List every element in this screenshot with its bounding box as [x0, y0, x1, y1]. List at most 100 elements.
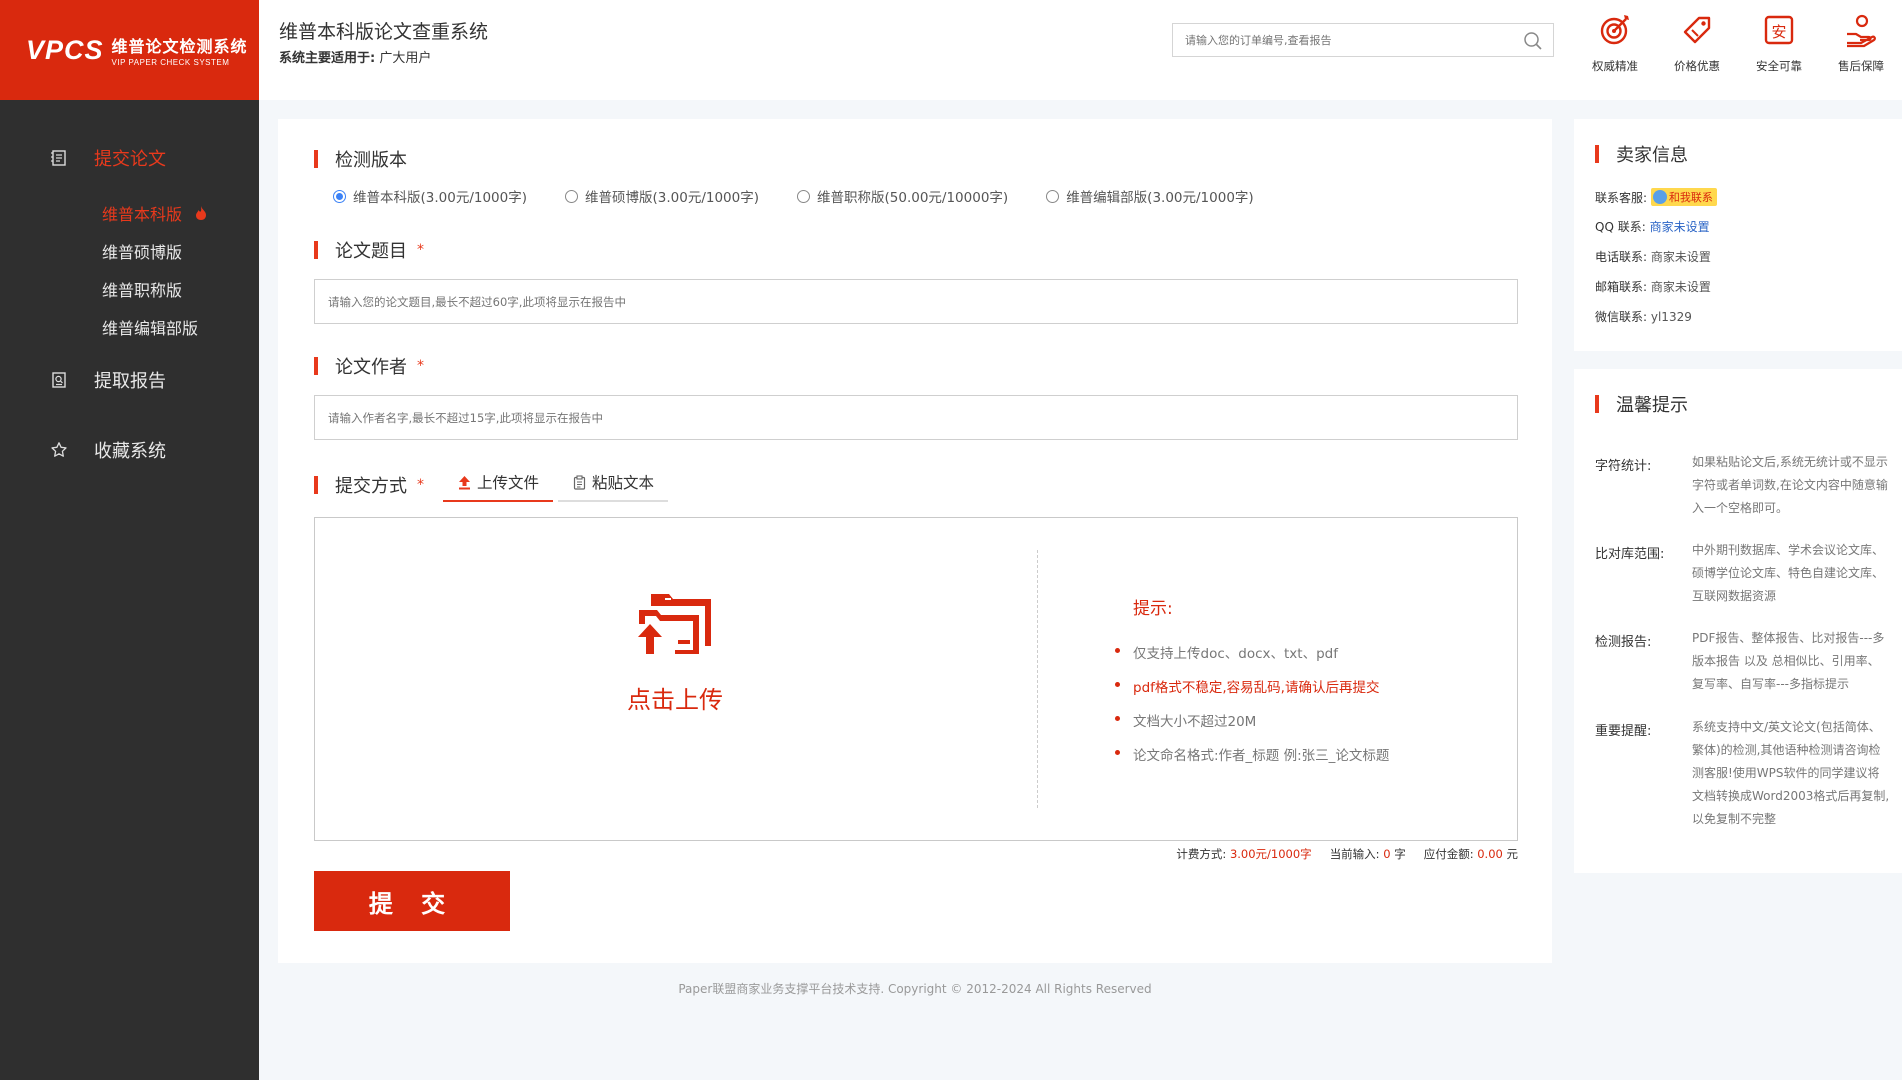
billing-amount-value: 0.00: [1477, 847, 1503, 861]
order-search-input[interactable]: [1173, 24, 1503, 56]
radio-dot[interactable]: [333, 189, 346, 203]
radio-dot[interactable]: [1046, 189, 1060, 203]
radio-undergrad[interactable]: 维普本科版(3.00元/1000字): [333, 186, 527, 206]
row-label: 电话联系:: [1595, 250, 1648, 264]
section-label: 论文题目: [335, 241, 407, 262]
nav-sub-title[interactable]: 维普职称版: [102, 277, 182, 301]
tab-paste-text[interactable]: 粘贴文本: [558, 464, 669, 502]
section-author: 论文作者 *: [314, 353, 424, 379]
report-icon: [52, 372, 66, 388]
section-paper-title: 论文题目 *: [314, 237, 424, 263]
qq-icon: [1652, 190, 1667, 204]
tip-item-warning: pdf格式不稳定,容易乱码,请确认后再提交: [1115, 676, 1389, 710]
tip-text: 如果粘贴论文后,系统无统计或不显示字符或者单词数,在论文内容中随意输入一个空格即…: [1692, 455, 1888, 515]
panel-title: 温馨提示: [1616, 395, 1688, 416]
seller-title: 卖家信息: [1595, 141, 1688, 167]
tips-panel-title: 温馨提示: [1595, 391, 1688, 417]
billing-input-value: 0: [1383, 847, 1391, 861]
section-label: 提交方式: [335, 476, 407, 497]
seller-service-row: 联系客服: 和我联系: [1595, 188, 1717, 206]
nav-label: 提取报告: [94, 371, 166, 392]
sidebar: 提交论文 维普本科版 维普硕博版 维普职称版 维普编辑部版 提取报告 收藏系统: [0, 100, 259, 1080]
nav-submit-paper[interactable]: 提交论文: [0, 138, 259, 178]
logo-mark: VPCS: [26, 34, 104, 65]
fire-icon: [196, 206, 207, 220]
price-tag-icon: [1683, 16, 1711, 44]
author-field: [314, 395, 1518, 440]
logo-name-en: VIP PAPER CHECK SYSTEM: [111, 58, 230, 67]
tab-label: 上传文件: [477, 474, 540, 492]
badge-label: 安全可靠: [1756, 59, 1802, 73]
section-bar: [314, 357, 318, 375]
nav-sub-master[interactable]: 维普硕博版: [102, 239, 182, 263]
nav-get-report[interactable]: 提取报告: [0, 360, 259, 400]
phone-value: 商家未设置: [1650, 250, 1711, 264]
tip-text: 中外期刊数据库、学术会议论文库、硕博学位论文库、特色自建论文库、互联网数据资源: [1692, 543, 1885, 603]
contact-me-button[interactable]: 和我联系: [1650, 188, 1717, 206]
badge-label: 售后保障: [1838, 59, 1884, 73]
tab-upload-file[interactable]: 上传文件: [443, 464, 554, 502]
safe-shield-icon: 安: [1764, 15, 1794, 45]
seller-email-row: 邮箱联系: 商家未设置: [1595, 278, 1711, 295]
badge-authority: 权威精准: [1574, 12, 1656, 74]
badge-label: 权威精准: [1592, 59, 1638, 73]
paper-title-input[interactable]: [315, 280, 1517, 323]
badge-label: 价格优惠: [1674, 59, 1720, 73]
nav-favorite[interactable]: 收藏系统: [0, 430, 259, 470]
section-label: 论文作者: [335, 357, 407, 378]
nav-sub-label: 维普本科版: [102, 205, 183, 224]
panel-divider: [1037, 550, 1038, 808]
radio-master[interactable]: 维普硕博版(3.00元/1000字): [565, 186, 759, 206]
submit-button[interactable]: 提 交: [314, 871, 510, 931]
footer-copyright: Paper联盟商家业务支撑平台技术支持. Copyright © 2012-20…: [678, 982, 1152, 996]
document-icon: [51, 150, 66, 166]
radio-label: 维普编辑部版(3.00元/1000字): [1066, 190, 1254, 206]
badge-safe: 安 安全可靠: [1738, 12, 1820, 74]
page-subtitle: 系统主要适用于: 广大用户: [279, 47, 431, 66]
radio-dot[interactable]: [797, 189, 810, 203]
billing-input: 当前输入: 0 字: [1330, 846, 1406, 862]
required-mark: *: [417, 477, 424, 493]
subtitle-label: 系统主要适用于:: [279, 51, 376, 66]
service-hand-icon: [1847, 14, 1876, 48]
upload-dropzone[interactable]: 点击上传: [605, 590, 745, 715]
brand-logo[interactable]: VPCS 维普论文检测系统 VIP PAPER CHECK SYSTEM: [0, 0, 259, 100]
billing-input-unit: 字: [1394, 847, 1406, 861]
order-search: [1172, 23, 1554, 57]
svg-text:安: 安: [1771, 23, 1786, 41]
tip-label: 字符统计:: [1595, 459, 1652, 474]
upload-arrow-icon: [459, 475, 470, 489]
radio-label: 维普本科版(3.00元/1000字): [353, 190, 527, 206]
tip-item: 论文命名格式:作者_标题 例:张三_论文标题: [1115, 744, 1389, 778]
required-mark: *: [417, 242, 424, 258]
nav-sub-label: 维普编辑部版: [102, 319, 199, 338]
tip-item: 文档大小不超过20M: [1115, 710, 1389, 744]
row-label: 联系客服:: [1595, 190, 1648, 205]
nav-sub-editorial[interactable]: 维普编辑部版: [102, 315, 198, 339]
warm-tips-panel: 温馨提示 字符统计: 如果粘贴论文后,系统无统计或不显示字符或者单词数,在论文内容…: [1574, 369, 1902, 873]
row-label: 邮箱联系:: [1595, 280, 1648, 294]
target-icon: [1600, 15, 1629, 45]
radio-title[interactable]: 维普职称版(50.00元/10000字): [797, 186, 1008, 206]
tab-label: 粘贴文本: [592, 474, 655, 492]
submit-method-tabs: 上传文件 粘贴文本: [443, 464, 673, 502]
section-label: 检测版本: [335, 150, 407, 171]
email-value: 商家未设置: [1650, 280, 1711, 294]
billing-summary: 计费方式: 3.00元/1000字 当前输入: 0 字 应付金额: 0.00 元: [1158, 846, 1518, 862]
billing-method: 计费方式: 3.00元/1000字: [1176, 846, 1311, 862]
tip-row: 字符统计: 如果粘贴论文后,系统无统计或不显示字符或者单词数,在论文内容中随意输入…: [1595, 455, 1891, 520]
row-label: 微信联系:: [1595, 310, 1648, 324]
radio-editorial[interactable]: 维普编辑部版(3.00元/1000字): [1046, 186, 1254, 206]
qq-value[interactable]: 商家未设置: [1650, 218, 1710, 235]
tip-text: 系统支持中文/英文论文(包括简体、繁体)的检测,其他语种检测请咨询检测客服!使用…: [1692, 720, 1890, 826]
nav-sub-label: 维普职称版: [102, 281, 183, 300]
billing-method-label: 计费方式:: [1176, 847, 1227, 861]
radio-label: 维普职称版(50.00元/10000字): [817, 190, 1009, 206]
badge-service: 售后保障: [1820, 12, 1902, 74]
search-icon[interactable]: [1523, 31, 1543, 51]
tips-title: 提示:: [1133, 599, 1173, 619]
author-input[interactable]: [315, 396, 1517, 439]
section-bar: [314, 476, 318, 494]
nav-sub-undergrad[interactable]: 维普本科版: [102, 201, 208, 225]
radio-dot[interactable]: [565, 189, 578, 203]
